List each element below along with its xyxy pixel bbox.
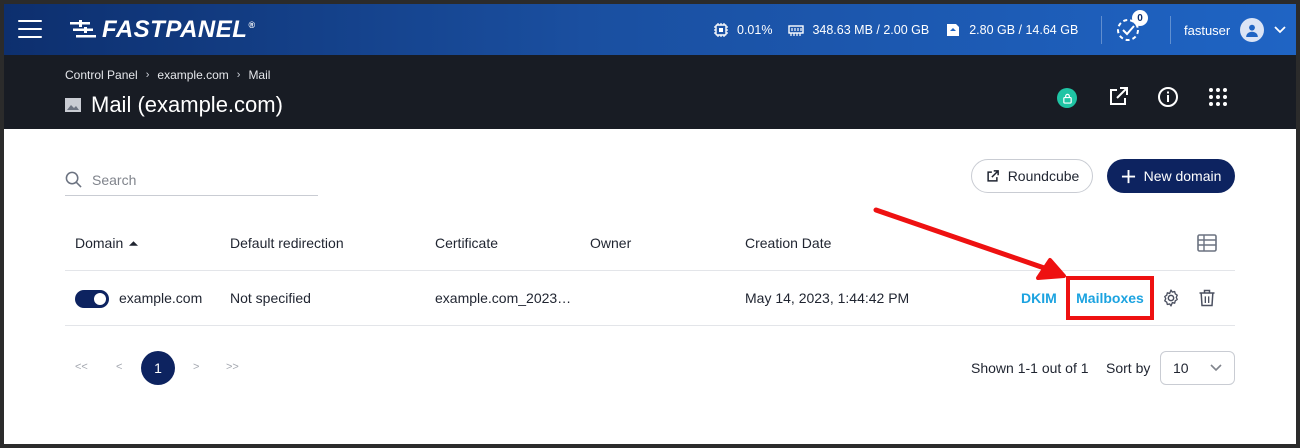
search-input[interactable] [92, 171, 292, 188]
header-divider [1170, 16, 1171, 44]
fastpanel-logo-icon [70, 20, 96, 38]
dkim-link[interactable]: DKIM [1021, 290, 1057, 306]
column-header-domain[interactable]: Domain [75, 235, 139, 251]
user-icon [1246, 24, 1259, 37]
breadcrumb-mail: Mail [248, 68, 271, 82]
column-header-certificate[interactable]: Certificate [435, 235, 498, 251]
search-box [65, 164, 318, 196]
page-title: Mail (example.com) [91, 92, 283, 117]
pagination-next[interactable]: > [193, 361, 199, 373]
pagination-first[interactable]: << [75, 361, 88, 373]
apps-grid-icon[interactable] [1206, 85, 1230, 109]
tasks-badge: 0 [1132, 10, 1148, 26]
disk-stat: 2.80 GB / 14.64 GB [945, 22, 1078, 38]
domain-enabled-toggle[interactable] [75, 290, 109, 308]
brand-registered: ® [248, 20, 256, 30]
column-domain-label: Domain [75, 235, 124, 251]
brand-name: FASTPANEL [102, 16, 248, 43]
pagination-current-page[interactable]: 1 [141, 351, 175, 385]
pagination-last[interactable]: >> [226, 361, 239, 373]
sort-by-label: Sort by [1106, 360, 1151, 376]
cpu-icon [714, 23, 728, 37]
app-window: FASTPANEL® 0.01% 348.63 MB / 2.00 GB 2.8… [4, 4, 1296, 444]
roundcube-button[interactable]: Roundcube [971, 159, 1093, 193]
header-divider [1101, 16, 1102, 44]
disk-value: 2.80 GB / 14.64 GB [969, 23, 1079, 37]
cpu-value: 0.01% [737, 23, 773, 37]
roundcube-label: Roundcube [1007, 168, 1080, 184]
trash-icon[interactable] [1197, 288, 1217, 308]
disk-icon [947, 24, 960, 36]
column-header-redirection[interactable]: Default redirection [230, 235, 344, 251]
new-domain-label: New domain [1143, 168, 1222, 184]
ram-stat: 348.63 MB / 2.00 GB [788, 22, 929, 38]
table-columns-icon[interactable] [1197, 234, 1217, 252]
lock-icon [1062, 93, 1072, 104]
mailboxes-link[interactable]: Mailboxes [1076, 290, 1144, 306]
external-link-icon[interactable] [1106, 85, 1130, 109]
chevron-down-icon [1274, 26, 1286, 34]
resource-stats: 0.01% 348.63 MB / 2.00 GB 2.80 GB / 14.6… [713, 19, 1094, 41]
username: fastuser [1184, 22, 1231, 38]
shown-count: Shown 1-1 out of 1 [971, 360, 1089, 376]
annotation-arrow [873, 207, 1066, 280]
new-domain-button[interactable]: New domain [1107, 159, 1235, 193]
cell-created: May 14, 2023, 1:44:42 PM [745, 290, 910, 306]
ram-value: 348.63 MB / 2.00 GB [812, 23, 930, 37]
breadcrumb-control-panel[interactable]: Control Panel [65, 68, 138, 82]
table-divider [65, 325, 1235, 326]
pagination-prev[interactable]: < [116, 361, 122, 373]
breadcrumb-separator: › [236, 69, 241, 81]
avatar [1240, 18, 1265, 42]
toggle-knob [94, 293, 106, 305]
sort-asc-icon [129, 241, 139, 246]
plus-icon [1121, 169, 1135, 183]
cell-certificate: example.com_2023… [435, 290, 572, 306]
breadcrumb-domain[interactable]: example.com [157, 68, 228, 82]
page-title-wrap: Mail (example.com) [65, 92, 283, 118]
top-bar: FASTPANEL® 0.01% 348.63 MB / 2.00 GB 2.8… [4, 4, 1296, 55]
column-header-owner[interactable]: Owner [590, 235, 631, 251]
page-size-value: 10 [1173, 360, 1189, 376]
image-icon [65, 98, 81, 112]
breadcrumb: Control Panel › example.com › Mail [65, 68, 270, 82]
tasks-button[interactable]: 0 [1114, 10, 1148, 44]
menu-icon[interactable] [18, 20, 42, 38]
page-size-select[interactable]: 10 [1160, 351, 1235, 385]
page-header: Control Panel › example.com › Mail Mail … [4, 55, 1296, 129]
ssl-status-button[interactable] [1057, 88, 1077, 108]
memory-icon [788, 25, 805, 36]
gear-icon[interactable] [1161, 288, 1181, 308]
column-header-created[interactable]: Creation Date [745, 235, 831, 251]
cell-domain: example.com [119, 290, 203, 306]
search-icon [65, 171, 82, 188]
cpu-stat: 0.01% [713, 22, 772, 38]
external-link-icon [987, 169, 999, 182]
info-icon[interactable] [1156, 85, 1180, 109]
breadcrumb-separator: › [145, 69, 150, 81]
cell-redirection: Not specified [230, 290, 311, 306]
brand-logo[interactable]: FASTPANEL® [70, 16, 256, 44]
chevron-down-icon [1210, 364, 1222, 372]
user-menu[interactable]: fastuser [1184, 18, 1286, 42]
